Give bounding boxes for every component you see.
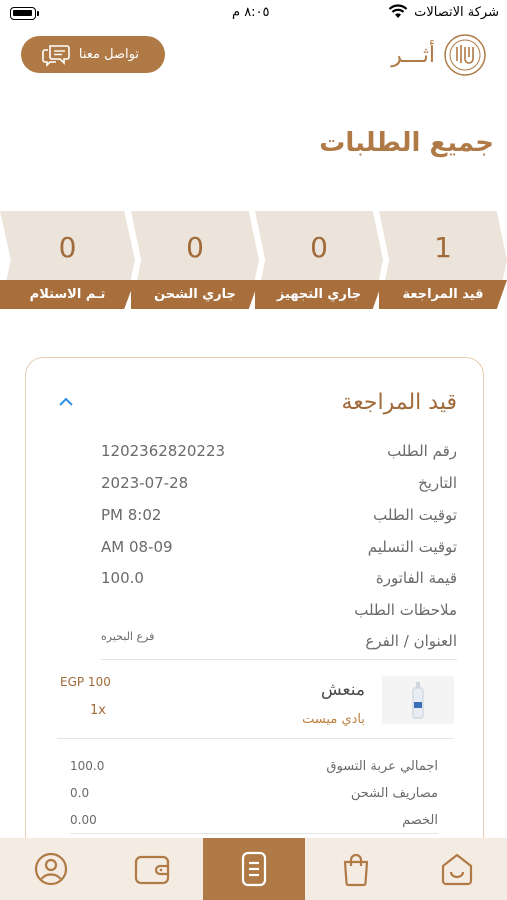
nav-bag[interactable] (305, 838, 406, 900)
total-label: مصاريف الشحن (350, 786, 438, 801)
order-time-row: توقيت الطلب PM 8:02 (101, 506, 457, 530)
clock: ٨:٠٥ م (232, 5, 270, 20)
tile-shipping[interactable]: 0 جاري الشحن (131, 211, 259, 309)
home-smile-icon (441, 853, 472, 886)
carrier-name: شركة الاتصالات (414, 5, 499, 20)
field-value: 100.0 (101, 569, 144, 587)
tile-delivered[interactable]: 0 تـم الاستلام (0, 211, 135, 309)
tile-label: جاري التجهيز (255, 280, 383, 309)
product-thumbnail (382, 676, 454, 724)
order-number-row: رقم الطلب 1202362820223 (101, 442, 457, 466)
tile-label: قيد المراجعة (379, 280, 507, 309)
tile-under-review[interactable]: 1 قيد المراجعة (379, 211, 507, 309)
tile-count: 0 (310, 231, 328, 264)
field-value: فرع البحيره (101, 630, 155, 643)
user-circle-icon (34, 852, 67, 886)
wallet-icon (134, 855, 169, 885)
total-value: 0.00 (70, 813, 97, 827)
item-name: منعش (320, 680, 365, 700)
delivery-time-row: توقيت التسليم AM 08-09 (101, 538, 457, 562)
total-value: 100.0 (70, 759, 105, 773)
field-value: 2023-07-28 (101, 474, 189, 492)
field-value: 1202362820223 (101, 442, 226, 460)
brand-logo: أثـــر (391, 33, 487, 77)
page-title: جميع الطلبات (319, 128, 494, 158)
tile-count: 0 (58, 231, 77, 264)
total-label: اجمالي عربة التسوق (326, 759, 438, 774)
document-list-icon (241, 851, 267, 887)
tile-preparing[interactable]: 0 جاري التجهيز (255, 211, 383, 309)
field-value: AM 08-09 (101, 538, 173, 556)
field-label: توقيت الطلب (373, 506, 457, 524)
tile-count: 1 (434, 231, 452, 264)
tile-label: جاري الشحن (131, 280, 259, 309)
bottom-nav (0, 838, 507, 900)
nav-home[interactable] (406, 838, 507, 900)
item-quantity: 1x (90, 703, 106, 718)
chat-bubbles-icon (41, 43, 71, 67)
invoice-value-row: قيمة الفاتورة 100.0 (101, 569, 457, 593)
shipping-fee-row: مصاريف الشحن 0.0 (70, 786, 438, 808)
wifi-icon (388, 4, 408, 23)
chevron-up-icon[interactable] (58, 392, 74, 411)
battery-icon (10, 7, 39, 20)
logo-wordmark: أثـــر (391, 42, 435, 68)
total-label: الخصم (402, 813, 438, 828)
nav-profile[interactable] (0, 838, 101, 900)
order-status-title: قيد المراجعة (341, 390, 458, 415)
cart-total-row: اجمالي عربة التسوق 100.0 (70, 759, 438, 781)
total-value: 0.0 (70, 786, 90, 800)
item-brand: بادي ميست (302, 712, 365, 727)
shopping-bag-icon (343, 853, 368, 887)
field-label: توقيت التسليم (367, 538, 457, 556)
field-label: التاريخ (418, 474, 457, 492)
item-price: EGP 100 (60, 675, 111, 689)
divider (57, 738, 454, 739)
order-notes-row: ملاحظات الطلب (101, 601, 457, 625)
status-bar: ٨:٠٥ م شركة الاتصالات (0, 0, 507, 30)
field-label: العنوان / الفرع (365, 632, 457, 650)
order-date-row: التاريخ 2023-07-28 (101, 474, 457, 498)
field-label: قيمة الفاتورة (375, 569, 457, 587)
order-status-tiles: 1 قيد المراجعة 0 جاري التجهيز 0 جاري الش… (0, 211, 507, 309)
contact-us-label: تواصل معنا (78, 47, 139, 62)
nav-orders[interactable] (203, 838, 305, 900)
contact-us-button[interactable]: تواصل معنا (21, 36, 165, 73)
nav-wallet[interactable] (101, 838, 202, 900)
field-label: ملاحظات الطلب (354, 601, 457, 619)
tile-count: 0 (186, 231, 204, 264)
field-label: رقم الطلب (387, 442, 457, 460)
discount-row: الخصم 0.00 (70, 813, 438, 834)
tile-label: تـم الاستلام (0, 280, 135, 309)
address-branch-row: العنوان / الفرع فرع البحيره (101, 630, 457, 660)
order-card: قيد المراجعة رقم الطلب 1202362820223 الت… (25, 357, 484, 857)
field-value: PM 8:02 (101, 506, 162, 524)
logo-seal-icon (444, 34, 486, 76)
